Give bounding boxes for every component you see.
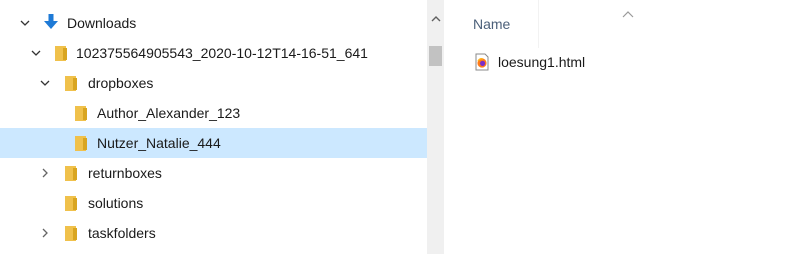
folder-icon [74, 104, 90, 122]
tree-item-label: Author_Alexander_123 [97, 105, 241, 121]
folder-icon [54, 44, 70, 62]
file-list-pane: Name loesung1.html [444, 0, 799, 254]
scrollbar-thumb[interactable] [429, 46, 442, 66]
tree-item-downloads[interactable]: Downloads [0, 8, 427, 38]
tree-item-nutzer-natalie[interactable]: Nutzer_Natalie_444 [0, 128, 427, 158]
chevron-right-icon[interactable] [38, 166, 52, 180]
tree-item-label: returnboxes [88, 165, 162, 181]
file-name: loesung1.html [498, 54, 586, 70]
chevron-down-icon[interactable] [38, 76, 52, 90]
folder-icon [64, 224, 80, 242]
download-arrow-icon [43, 13, 59, 31]
sort-ascending-icon [622, 5, 634, 18]
column-header-row: Name [444, 0, 799, 48]
chevron-right-icon[interactable] [38, 226, 52, 240]
chevron-down-icon[interactable] [18, 16, 32, 30]
tree-item-job-folder[interactable]: 102375564905543_2020-10-12T14-16-51_641 [0, 38, 427, 68]
scroll-up-arrow-icon[interactable] [431, 10, 441, 22]
tree-item-taskfolders[interactable]: taskfolders [0, 218, 427, 248]
file-item[interactable]: loesung1.html [474, 50, 585, 74]
tree-item-author-alexander[interactable]: Author_Alexander_123 [0, 98, 427, 128]
navigation-pane: Downloads 102375564905543_2020-10-12T14-… [0, 0, 427, 254]
tree-item-label: 102375564905543_2020-10-12T14-16-51_641 [76, 45, 368, 61]
tree-item-dropboxes[interactable]: dropboxes [0, 68, 427, 98]
tree-item-returnboxes[interactable]: returnboxes [0, 158, 427, 188]
column-header-name[interactable]: Name [473, 16, 510, 32]
tree-item-solutions[interactable]: solutions [0, 188, 427, 218]
tree-item-label: taskfolders [88, 225, 156, 241]
folder-icon [64, 194, 80, 212]
column-divider[interactable] [538, 0, 539, 48]
tree-item-label: dropboxes [88, 75, 154, 91]
tree-item-label: Nutzer_Natalie_444 [97, 135, 221, 151]
navigation-scrollbar[interactable] [427, 0, 444, 254]
chevron-down-icon[interactable] [29, 46, 43, 60]
folder-icon [64, 164, 80, 182]
folder-icon [64, 74, 80, 92]
tree-item-label: solutions [88, 195, 144, 211]
firefox-html-file-icon [474, 53, 490, 71]
folder-icon [74, 134, 90, 152]
tree-item-label: Downloads [67, 15, 137, 31]
